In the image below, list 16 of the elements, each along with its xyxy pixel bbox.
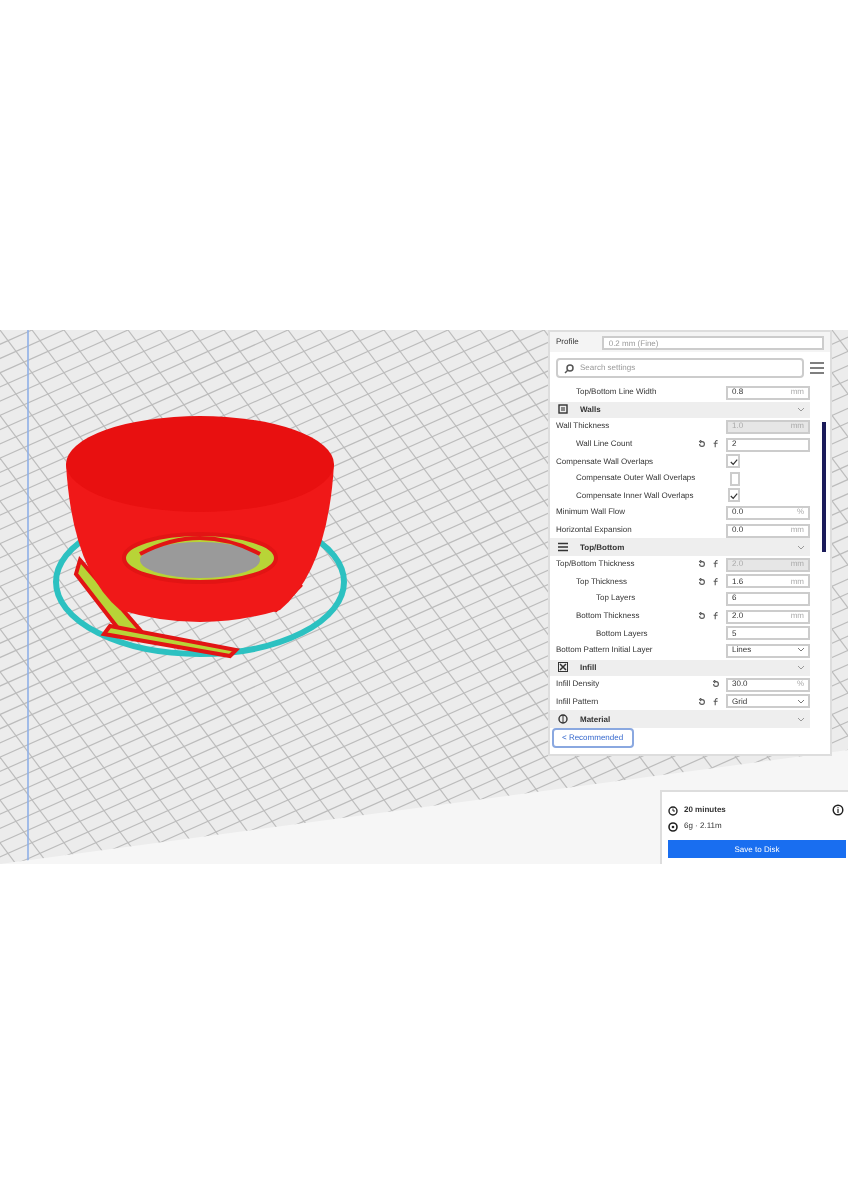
reset-icon[interactable] <box>698 697 706 706</box>
info-icon[interactable] <box>832 804 844 816</box>
reset-icon[interactable] <box>712 680 720 689</box>
menu-icon[interactable] <box>810 362 824 374</box>
spool-icon <box>668 821 678 831</box>
clock-icon <box>668 805 678 815</box>
top-bottom-icon <box>558 542 568 553</box>
checkbox[interactable] <box>728 488 740 503</box>
scrollbar[interactable] <box>822 422 826 552</box>
infill-icon <box>558 662 568 673</box>
walls-icon <box>558 404 568 415</box>
search-icon <box>564 363 574 373</box>
function-icon[interactable] <box>712 697 720 706</box>
checkbox[interactable] <box>729 471 740 486</box>
checkbox[interactable] <box>726 454 740 469</box>
material-icon <box>558 714 568 725</box>
